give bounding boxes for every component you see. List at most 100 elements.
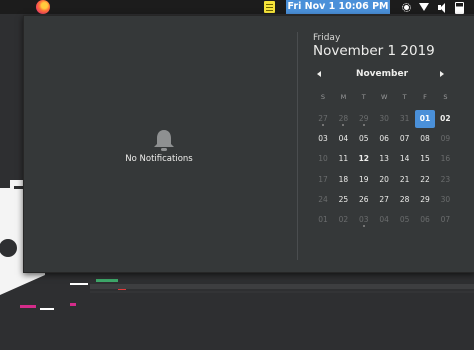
event-indicator-dot xyxy=(322,124,324,126)
weekday-label[interactable]: Friday xyxy=(313,33,340,43)
calendar-day-number: 29 xyxy=(420,194,430,204)
calendar-day-number: 04 xyxy=(338,134,349,144)
calendar-day[interactable]: 30 xyxy=(374,110,394,128)
calendar-day[interactable]: 05 xyxy=(354,130,374,148)
calendar-day-number: 02 xyxy=(338,215,349,224)
calendar-day-number: 28 xyxy=(399,194,410,204)
next-month-button[interactable] xyxy=(440,71,444,77)
calendar-day-number: 09 xyxy=(440,134,451,144)
calendar-day[interactable]: 15 xyxy=(415,150,435,168)
calendar-header: November xyxy=(309,69,455,85)
calendar-day-number: 02 xyxy=(440,114,451,123)
calendar-day[interactable]: 03 xyxy=(354,211,374,229)
calendar-day[interactable]: 12 xyxy=(354,150,374,168)
notification-list: No Notifications xyxy=(24,16,294,272)
bell-icon xyxy=(154,130,174,151)
calendar-day[interactable]: 08 xyxy=(415,130,435,148)
day-of-week-label: T xyxy=(402,93,407,101)
calendar-day-number: 30 xyxy=(440,194,451,204)
calendar-day[interactable]: 21 xyxy=(395,171,415,189)
calendar-day-number: 07 xyxy=(399,134,410,144)
calendar-day-number: 27 xyxy=(379,194,389,204)
calendar-day[interactable]: 16 xyxy=(435,150,455,168)
calendar-day[interactable]: 26 xyxy=(354,191,374,209)
calendar-day-number: 11 xyxy=(338,154,349,164)
calendar-day[interactable]: 01 xyxy=(313,211,333,229)
calendar-day[interactable]: 30 xyxy=(435,191,455,209)
full-date-label[interactable]: November 1 2019 xyxy=(313,43,435,59)
calendar-day[interactable]: 03 xyxy=(313,130,333,148)
calendar-day[interactable]: 31 xyxy=(395,110,415,128)
firefox-icon[interactable] xyxy=(36,0,50,14)
calendar-day-number: 14 xyxy=(399,154,410,164)
calendar-day[interactable]: 04 xyxy=(374,211,394,229)
calendar-day[interactable]: 22 xyxy=(415,171,435,189)
calendar-day[interactable]: 29 xyxy=(415,191,435,209)
calendar-day[interactable]: 29 xyxy=(354,110,374,128)
calendar-day-number: 06 xyxy=(420,215,430,224)
calendar-day-number: 29 xyxy=(359,114,369,123)
calendar-day-number: 31 xyxy=(399,114,410,123)
calendar-day[interactable]: 06 xyxy=(374,130,394,148)
notes-icon[interactable] xyxy=(264,1,275,13)
brightness-icon[interactable] xyxy=(401,2,412,13)
calendar-day[interactable]: 25 xyxy=(333,191,353,209)
calendar-day[interactable]: 11 xyxy=(333,150,353,168)
calendar: Friday November 1 2019 November SMTWTFS … xyxy=(309,16,459,272)
calendar-day-number: 01 xyxy=(318,215,328,224)
calendar-day[interactable]: 20 xyxy=(374,171,394,189)
calendar-day[interactable]: 27 xyxy=(313,110,333,128)
calendar-day-number: 26 xyxy=(359,194,369,204)
calendar-day-number: 04 xyxy=(379,215,389,224)
calendar-day-number: 05 xyxy=(399,215,410,224)
calendar-day[interactable]: 13 xyxy=(374,150,394,168)
day-of-week-label: S xyxy=(443,93,448,101)
battery-icon[interactable] xyxy=(455,2,464,14)
event-indicator-dot xyxy=(362,225,365,227)
calendar-day[interactable]: 27 xyxy=(374,191,394,209)
calendar-day[interactable]: 10 xyxy=(313,150,333,168)
wifi-icon[interactable] xyxy=(419,3,429,11)
top-bar: Fri Nov 1 10:06 PM xyxy=(0,0,474,14)
calendar-day-number: 13 xyxy=(379,154,389,164)
day-of-week-label: W xyxy=(380,93,388,101)
event-indicator-dot xyxy=(342,124,345,126)
calendar-day[interactable]: 07 xyxy=(435,211,455,229)
calendar-notification-popup: No Notifications Friday November 1 2019 … xyxy=(23,15,474,273)
calendar-day[interactable]: 14 xyxy=(395,150,415,168)
volume-icon[interactable] xyxy=(437,2,448,13)
calendar-day[interactable]: 02 xyxy=(435,110,455,128)
clock-button[interactable]: Fri Nov 1 10:06 PM xyxy=(286,0,390,14)
calendar-day[interactable]: 02 xyxy=(333,211,353,229)
event-indicator-dot xyxy=(362,124,365,126)
calendar-day-number: 07 xyxy=(440,215,451,224)
calendar-day-number: 03 xyxy=(318,134,328,144)
desktop-strip xyxy=(90,284,474,289)
calendar-day-selected[interactable]: 01 xyxy=(415,110,435,128)
calendar-day[interactable]: 19 xyxy=(354,171,374,189)
calendar-day[interactable]: 28 xyxy=(333,110,353,128)
calendar-day[interactable]: 06 xyxy=(415,211,435,229)
calendar-day-number: 21 xyxy=(399,174,410,184)
calendar-day-number: 30 xyxy=(379,114,389,123)
calendar-day-number: 27 xyxy=(318,114,328,123)
calendar-day-number: 06 xyxy=(379,134,389,144)
calendar-day-number: 08 xyxy=(420,134,430,144)
desktop-strip xyxy=(90,291,474,293)
day-of-week-label: S xyxy=(320,93,326,101)
day-of-week-label: M xyxy=(340,93,347,101)
calendar-day[interactable]: 24 xyxy=(313,191,333,209)
calendar-day[interactable]: 17 xyxy=(313,171,333,189)
calendar-day[interactable]: 28 xyxy=(395,191,415,209)
calendar-day-number: 10 xyxy=(318,154,328,164)
calendar-day[interactable]: 23 xyxy=(435,171,455,189)
calendar-day-number: 25 xyxy=(338,194,349,204)
calendar-day[interactable]: 07 xyxy=(395,130,415,148)
calendar-day-number: 18 xyxy=(338,174,349,184)
calendar-day[interactable]: 04 xyxy=(333,130,353,148)
calendar-day[interactable]: 18 xyxy=(333,171,353,189)
calendar-day-number: 17 xyxy=(318,174,328,184)
calendar-day[interactable]: 09 xyxy=(435,130,455,148)
calendar-day[interactable]: 05 xyxy=(395,211,415,229)
day-of-week-label: T xyxy=(361,93,366,101)
